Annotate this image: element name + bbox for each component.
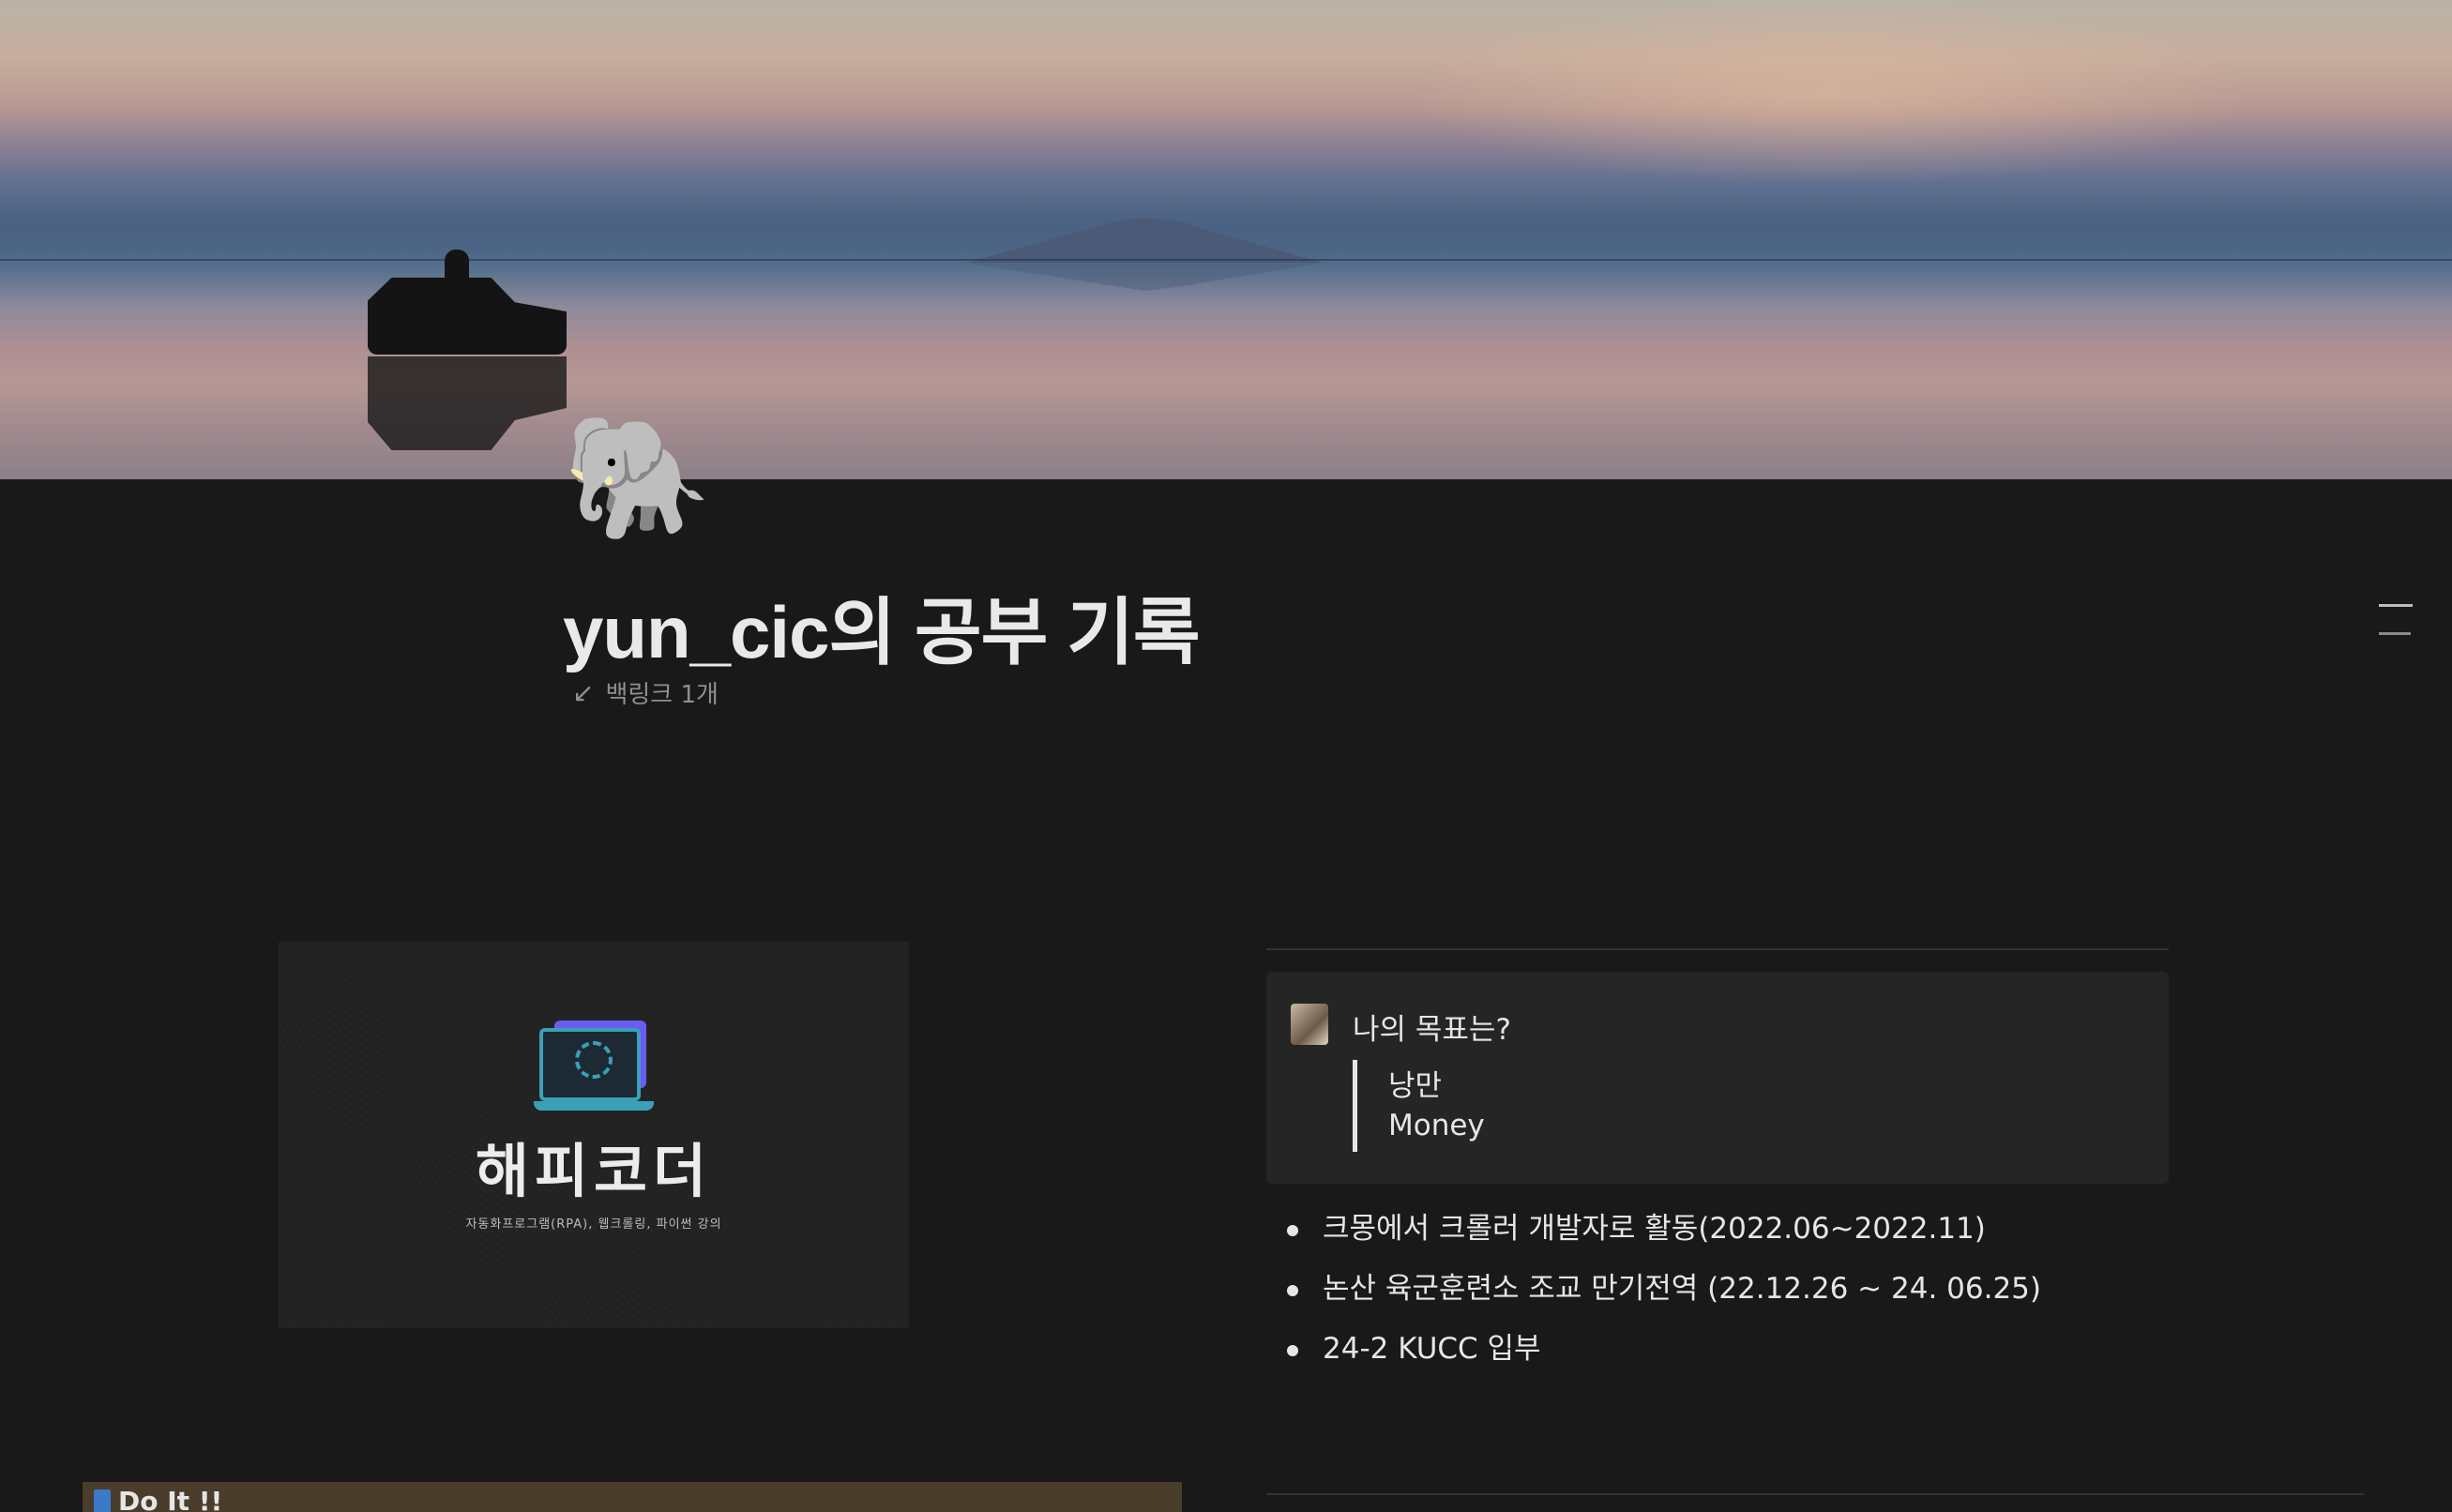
backlinks-label: 백링크 1개 [605, 681, 719, 709]
promo-brand: 해피코더 [475, 1136, 713, 1205]
backlink-arrow-icon: ↙ [572, 677, 595, 708]
quote-bar [1353, 1060, 1357, 1152]
cover-car [368, 278, 567, 355]
laptop-gear-icon [534, 1020, 654, 1111]
cover-horizon [0, 259, 2452, 261]
callout-question[interactable]: 나의 목표는? [1353, 1005, 1511, 1048]
promo-tagline: 자동화프로그램(RPA), 웹크롤링, 파이썬 강의 [465, 1217, 722, 1232]
page-title[interactable]: yun_cic의 공부 기록 [563, 574, 1201, 679]
divider [1266, 1493, 2364, 1495]
quote-line[interactable]: 낭만 [1388, 1062, 1442, 1104]
book-icon [94, 1489, 111, 1512]
goal-callout[interactable]: 나의 목표는? 낭만 Money [1266, 972, 2169, 1184]
page-cover-image[interactable] [0, 0, 2452, 479]
do-it-label-wrap: Do It !! [94, 1486, 222, 1512]
bullet-item[interactable]: 논산 육군훈련소 조교 만기전역 (22.12.26 ~ 24. 06.25) [1285, 1259, 2223, 1319]
career-bullet-list: 크몽에서 크롤러 개발자로 활동(2022.06~2022.11) 논산 육군훈… [1285, 1199, 2223, 1379]
notion-page: 🐘 yun_cic의 공부 기록 ↙ 백링크 1개 해피코더 자동화프로그램(R… [0, 0, 2452, 1512]
bullet-item[interactable]: 24-2 KUCC 입부 [1285, 1319, 2223, 1379]
divider [1266, 948, 2169, 950]
promo-image-block[interactable]: 해피코더 자동화프로그램(RPA), 웹크롤링, 파이썬 강의 [279, 942, 909, 1328]
do-it-label: Do It !! [118, 1486, 223, 1512]
page-emoji-icon[interactable]: 🐘 [563, 413, 713, 544]
callout-avatar-icon[interactable] [1291, 1004, 1328, 1045]
cover-mountain [966, 218, 1323, 263]
backlinks-button[interactable]: ↙ 백링크 1개 [572, 675, 719, 710]
cover-mountain-reflection [966, 263, 1323, 291]
quote-line[interactable]: Money [1388, 1109, 1485, 1142]
bullet-item[interactable]: 크몽에서 크롤러 개발자로 활동(2022.06~2022.11) [1285, 1199, 2223, 1259]
table-of-contents-icon[interactable] [2379, 602, 2413, 636]
do-it-toggle-block[interactable]: Do It !! [83, 1482, 1182, 1512]
cover-car-reflection [368, 356, 567, 450]
cover-sunset-glow [1407, 0, 2251, 188]
